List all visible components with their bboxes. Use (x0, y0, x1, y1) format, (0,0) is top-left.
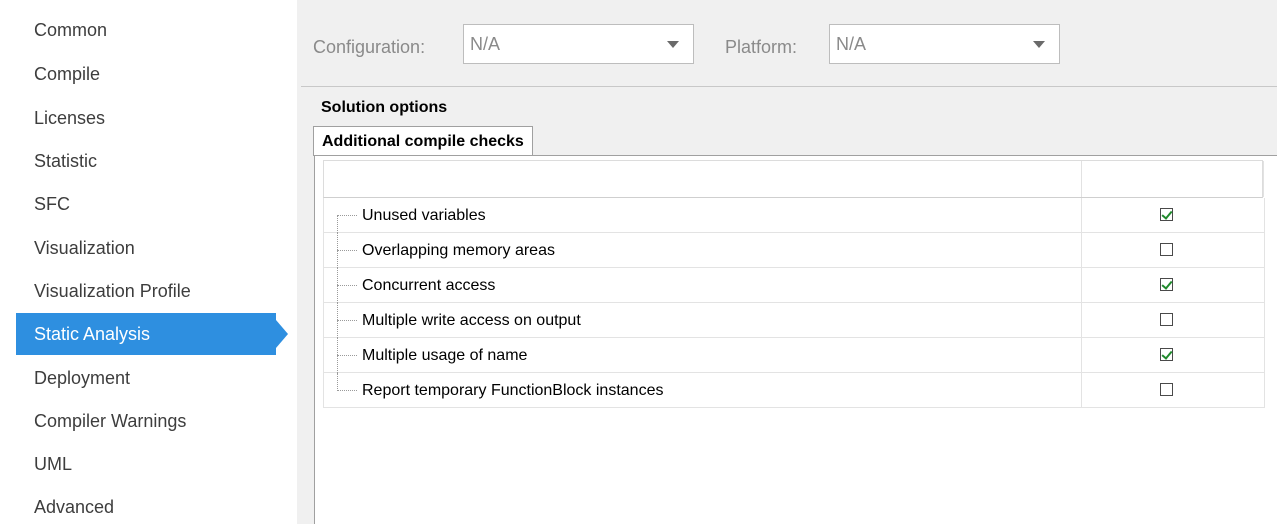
column-divider (1081, 233, 1082, 267)
sidebar-item-compile[interactable]: Compile (16, 53, 276, 95)
column-divider (1081, 303, 1082, 337)
checkbox-overlapping-memory-areas[interactable] (1160, 243, 1173, 256)
tree-connector (337, 373, 359, 408)
sidebar-item-statistic[interactable]: Statistic (16, 140, 276, 182)
tab-additional-compile-checks[interactable]: Additional compile checks (313, 126, 533, 156)
configuration-value: N/A (470, 34, 501, 54)
sidebar-item-visualization[interactable]: Visualization (16, 227, 276, 269)
column-divider (1081, 268, 1082, 302)
sidebar-item-deployment[interactable]: Deployment (16, 357, 276, 399)
check-label: Multiple write access on output (362, 312, 581, 329)
platform-label: Platform: (725, 37, 798, 57)
table-row: Multiple usage of name (323, 338, 1265, 373)
divider (301, 86, 1277, 87)
sidebar-item-advanced[interactable]: Advanced (16, 486, 276, 528)
column-divider[interactable] (1081, 161, 1082, 197)
chevron-down-icon (667, 41, 679, 48)
checkbox-report-temporary-fb-instances[interactable] (1160, 383, 1173, 396)
tree-connector (337, 198, 359, 233)
check-label: Unused variables (362, 207, 486, 224)
options-sidebar: Common Compile Licenses Statistic SFC Vi… (0, 0, 290, 524)
sidebar-item-visualization-profile[interactable]: Visualization Profile (16, 270, 276, 312)
platform-select[interactable]: N/A (829, 24, 1060, 64)
sidebar-item-licenses[interactable]: Licenses (16, 97, 276, 139)
table-row: Unused variables (323, 198, 1265, 233)
checks-grid-area: Unused variables Overlapping memory area… (314, 156, 1277, 524)
checkbox-concurrent-access[interactable] (1160, 278, 1173, 291)
sidebar-item-compiler-warnings[interactable]: Compiler Warnings (16, 400, 276, 442)
checks-grid: Unused variables Overlapping memory area… (323, 198, 1265, 408)
table-row: Multiple write access on output (323, 303, 1265, 338)
checkbox-unused-variables[interactable] (1160, 208, 1173, 221)
solution-options-title: Solution options (321, 99, 448, 116)
table-row: Concurrent access (323, 268, 1265, 303)
grid-header (323, 160, 1264, 198)
configuration-label: Configuration: (313, 37, 426, 57)
column-divider[interactable] (1263, 161, 1264, 197)
tree-connector (337, 338, 359, 373)
sidebar-item-uml[interactable]: UML (16, 443, 276, 485)
tree-connector (337, 303, 359, 338)
check-label: Multiple usage of name (362, 347, 528, 364)
check-label: Report temporary FunctionBlock instances (362, 382, 664, 399)
checkbox-multiple-usage-of-name[interactable] (1160, 348, 1173, 361)
column-divider (1081, 198, 1082, 232)
sidebar-item-static-analysis[interactable]: Static Analysis (16, 313, 288, 355)
platform-value: N/A (836, 34, 867, 54)
column-divider (1081, 373, 1082, 407)
check-label: Overlapping memory areas (362, 242, 555, 259)
configuration-bar: Configuration: N/A Platform: N/A (297, 0, 1277, 85)
sidebar-item-sfc[interactable]: SFC (16, 183, 276, 225)
table-row: Report temporary FunctionBlock instances (323, 373, 1265, 408)
checkbox-multiple-write-access[interactable] (1160, 313, 1173, 326)
sidebar-item-common[interactable]: Common (16, 9, 276, 51)
configuration-select[interactable]: N/A (463, 24, 694, 64)
table-row: Overlapping memory areas (323, 233, 1265, 268)
column-divider (1081, 338, 1082, 372)
tree-connector (337, 233, 359, 268)
check-label: Concurrent access (362, 277, 496, 294)
tree-connector (337, 268, 359, 303)
chevron-down-icon (1033, 41, 1045, 48)
